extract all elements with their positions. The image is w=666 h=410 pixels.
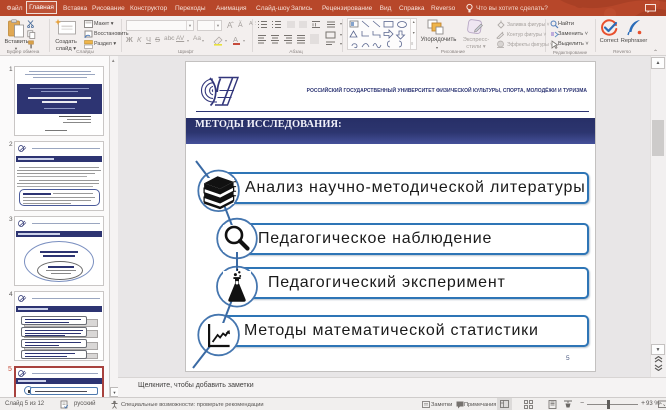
svg-text:▾: ▾ (340, 41, 342, 46)
svg-text:▾: ▾ (340, 21, 342, 26)
svg-text:▾: ▾ (340, 32, 342, 37)
